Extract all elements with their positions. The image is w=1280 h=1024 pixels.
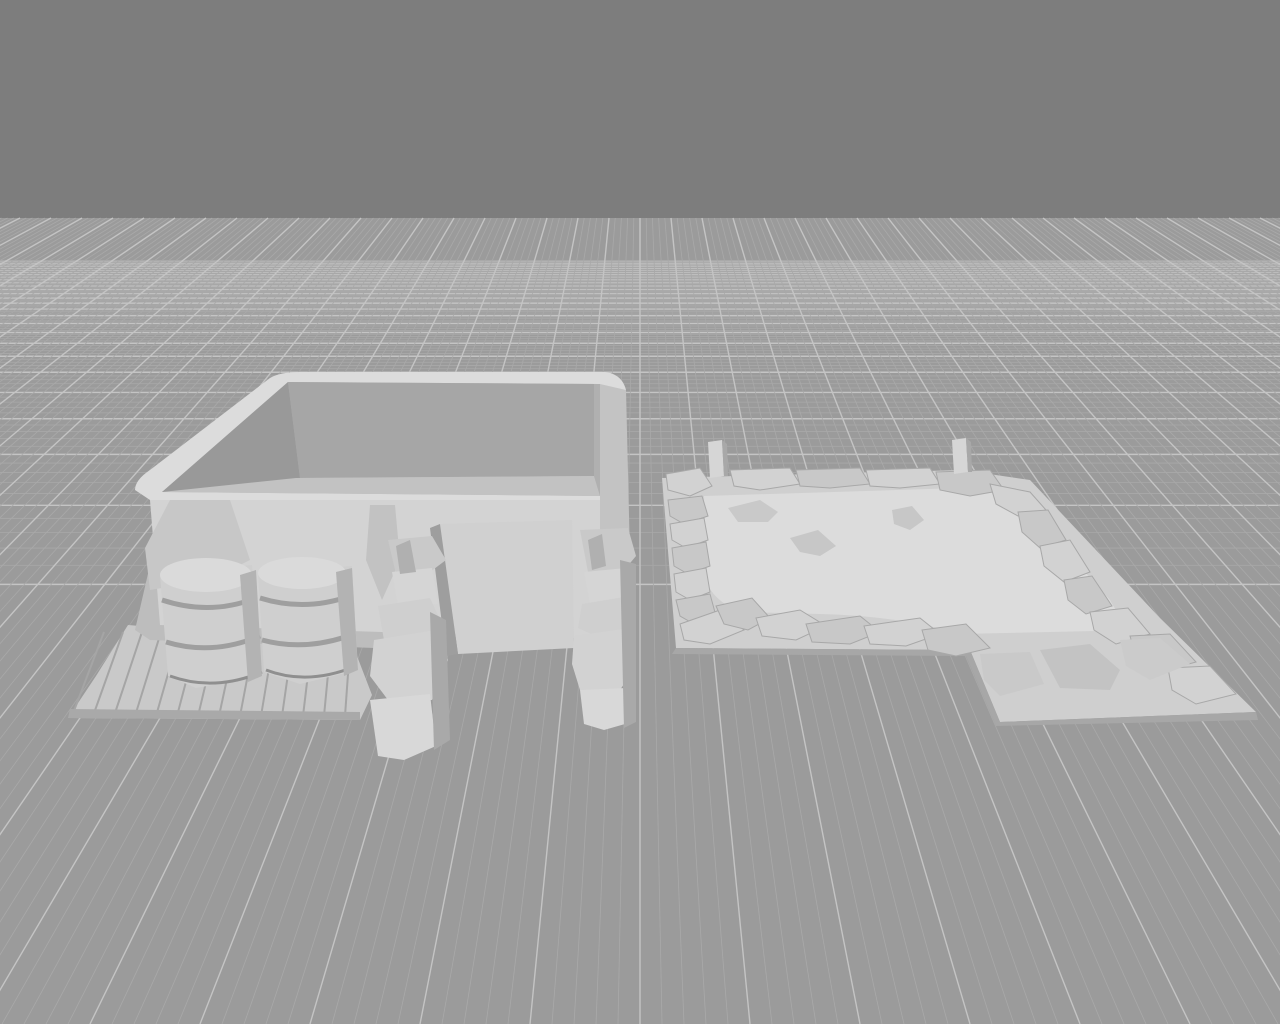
rim-sandbag (865, 467, 941, 489)
barrel-right[interactable] (258, 557, 358, 684)
bunker-door[interactable] (440, 520, 574, 654)
3d-viewport[interactable] (0, 0, 1280, 1024)
rim-sandbag (795, 467, 871, 489)
trench-post-left[interactable] (708, 440, 728, 478)
scene[interactable] (0, 0, 1280, 1024)
trench-post-right[interactable] (952, 438, 972, 474)
bunker-inner-back-wall (288, 382, 598, 478)
barrel-left[interactable] (160, 558, 263, 688)
